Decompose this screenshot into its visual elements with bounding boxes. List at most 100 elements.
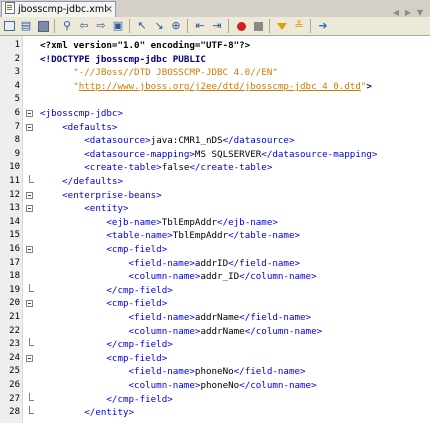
tab-jbosscmp-jdbc[interactable]: jbosscmp-jdbc.xml × <box>1 1 116 17</box>
tab-scroll-controls: ◀ ▶ ▼ <box>390 0 430 17</box>
history-icon[interactable]: ▤ <box>18 18 34 34</box>
fold-collapse-icon[interactable] <box>26 246 33 253</box>
code-editor[interactable]: 1 <?xml version="1.0" encoding="UTF-8"?> 2… <box>0 36 430 423</box>
line-number: 20 <box>9 298 20 309</box>
line-number: 7 <box>14 121 20 132</box>
code-line[interactable]: 21 <field-name>addrName</field-name> <box>0 311 430 324</box>
code-text: <enterprise-beans> <box>62 189 162 201</box>
xsl-transform-icon[interactable]: ➜ <box>315 18 331 34</box>
code-text: <field-name>phoneNo</field-name> <box>128 366 306 378</box>
code-text: "http://www.jboss.org/j2ee/dtd/jbosscmp-… <box>73 80 372 92</box>
line-number: 11 <box>9 176 20 186</box>
line-number: 15 <box>9 230 20 241</box>
code-line[interactable]: 14 <ejb-name>TblEmpAddr</ejb-name> <box>0 216 430 229</box>
code-text: <entity> <box>84 203 129 215</box>
code-text: <!DOCTYPE jbosscmp-jdbc PUBLIC <box>40 53 206 65</box>
line-number: 6 <box>14 108 20 118</box>
toggle-highlight-icon[interactable]: ▣ <box>110 18 126 34</box>
line-number: 27 <box>9 393 20 404</box>
code-line[interactable]: 23 </cmp-field> <box>0 338 430 351</box>
code-line[interactable]: 13 <entity> <box>0 202 430 215</box>
fold-end-icon <box>29 283 34 292</box>
line-number: 1 <box>14 40 20 50</box>
code-line[interactable]: 15 <table-name>TblEmpAddr</table-name> <box>0 229 430 242</box>
code-line[interactable]: 24 <cmp-field> <box>0 352 430 365</box>
code-text: <jbosscmp-jdbc> <box>40 108 123 119</box>
code-line[interactable]: 4 "http://www.jboss.org/j2ee/dtd/jbosscm… <box>0 80 430 93</box>
fold-end-icon <box>29 406 34 415</box>
next-bookmark-icon[interactable]: ↘ <box>151 18 167 34</box>
line-number: 28 <box>9 407 20 418</box>
toolbar-separator <box>228 19 229 33</box>
fold-collapse-icon[interactable] <box>26 191 33 199</box>
line-number: 10 <box>9 162 20 173</box>
prev-bookmark-icon[interactable]: ↖ <box>134 18 150 34</box>
search-icon[interactable]: ⚲ <box>59 18 75 34</box>
toolbar-separator <box>129 19 130 33</box>
shift-right-icon[interactable]: ⇥ <box>209 18 225 34</box>
find-prev-icon[interactable]: ⇦ <box>76 18 92 34</box>
code-line[interactable]: 7 <defaults> <box>0 121 430 134</box>
code-line[interactable]: 11 </defaults> <box>0 175 430 188</box>
code-text: <column-name>phoneNo</column-name> <box>128 380 317 391</box>
code-line[interactable]: 6 <jbosscmp-jdbc> <box>0 107 430 120</box>
code-line[interactable]: 3 "-//JBoss//DTD JBOSSCMP-JDBC 4.0//EN" <box>0 66 430 79</box>
code-text: <column-name>addrName</column-name> <box>128 325 323 337</box>
code-text: <field-name>addrID</field-name> <box>128 257 301 269</box>
validate-xml-icon[interactable]: ≚ <box>291 18 307 34</box>
line-number: 9 <box>14 148 20 159</box>
line-number: 18 <box>9 271 20 282</box>
fold-collapse-icon[interactable] <box>26 110 33 117</box>
close-icon[interactable]: × <box>105 2 113 17</box>
code-line[interactable]: 5 <box>0 93 430 106</box>
code-line[interactable]: 16 <cmp-field> <box>0 243 430 256</box>
code-line[interactable]: 20 <cmp-field> <box>0 297 430 310</box>
fold-end-icon <box>29 175 34 183</box>
code-text: "-//JBoss//DTD JBOSSCMP-JDBC 4.0//EN" <box>73 67 278 79</box>
code-line[interactable]: 9 <datasource-mapping>MS SQLSERVER</data… <box>0 148 430 161</box>
code-line[interactable]: 1 <?xml version="1.0" encoding="UTF-8"?> <box>0 39 430 52</box>
fold-collapse-icon[interactable] <box>26 354 33 362</box>
code-text: </defaults> <box>62 176 123 187</box>
shift-left-icon[interactable]: ⇤ <box>192 18 208 34</box>
back-icon[interactable] <box>35 18 51 34</box>
code-line[interactable]: 25 <field-name>phoneNo</field-name> <box>0 365 430 378</box>
fold-collapse-icon[interactable] <box>26 300 33 308</box>
code-line[interactable]: 22 <column-name>addrName</column-name> <box>0 325 430 338</box>
line-number: 23 <box>9 339 20 350</box>
toolbar-separator <box>269 19 270 33</box>
line-number: 2 <box>14 53 20 64</box>
code-text: <defaults> <box>62 121 118 133</box>
toolbar-separator <box>310 19 311 33</box>
fold-collapse-icon[interactable] <box>26 205 33 213</box>
line-number: 12 <box>9 189 20 200</box>
line-number: 22 <box>9 325 20 336</box>
editor-tab-bar: jbosscmp-jdbc.xml × ◀ ▶ ▼ <box>0 0 430 18</box>
line-number: 16 <box>9 244 20 254</box>
code-text: <cmp-field> <box>106 352 168 364</box>
code-text: <cmp-field> <box>106 298 168 310</box>
code-line[interactable]: 19 </cmp-field> <box>0 283 430 297</box>
code-line[interactable]: 10 <create-table>false</create-table> <box>0 161 430 174</box>
line-number: 25 <box>9 366 20 377</box>
line-number: 26 <box>9 380 20 390</box>
code-text: </entity> <box>84 407 135 419</box>
line-number: 5 <box>14 94 20 105</box>
tab-title: jbosscmp-jdbc.xml <box>18 4 107 15</box>
code-line[interactable]: 12 <enterprise-beans> <box>0 189 430 202</box>
code-line[interactable]: 17 <field-name>addrID</field-name> <box>0 257 430 270</box>
code-line[interactable]: 26 <column-name>phoneNo</column-name> <box>0 379 430 392</box>
check-xml-icon[interactable] <box>274 18 290 34</box>
code-line[interactable]: 18 <column-name>addr_ID</column-name> <box>0 270 430 283</box>
code-line[interactable]: 27 </cmp-field> <box>0 392 430 406</box>
fold-collapse-icon[interactable] <box>26 123 33 131</box>
find-next-icon[interactable]: ⇨ <box>93 18 109 34</box>
code-line[interactable]: 8 <datasource>java:CMR1_nDS</datasource> <box>0 134 430 147</box>
code-line[interactable]: 28 </entity> <box>0 406 430 419</box>
source-view-icon[interactable] <box>1 18 17 34</box>
start-macro-icon[interactable] <box>233 18 249 34</box>
code-line[interactable]: 2 <!DOCTYPE jbosscmp-jdbc PUBLIC <box>0 53 430 66</box>
toggle-bookmark-icon[interactable]: ⊕ <box>168 18 184 34</box>
code-text: <table-name>TblEmpAddr</table-name> <box>106 230 301 242</box>
stop-macro-icon[interactable] <box>250 18 266 34</box>
